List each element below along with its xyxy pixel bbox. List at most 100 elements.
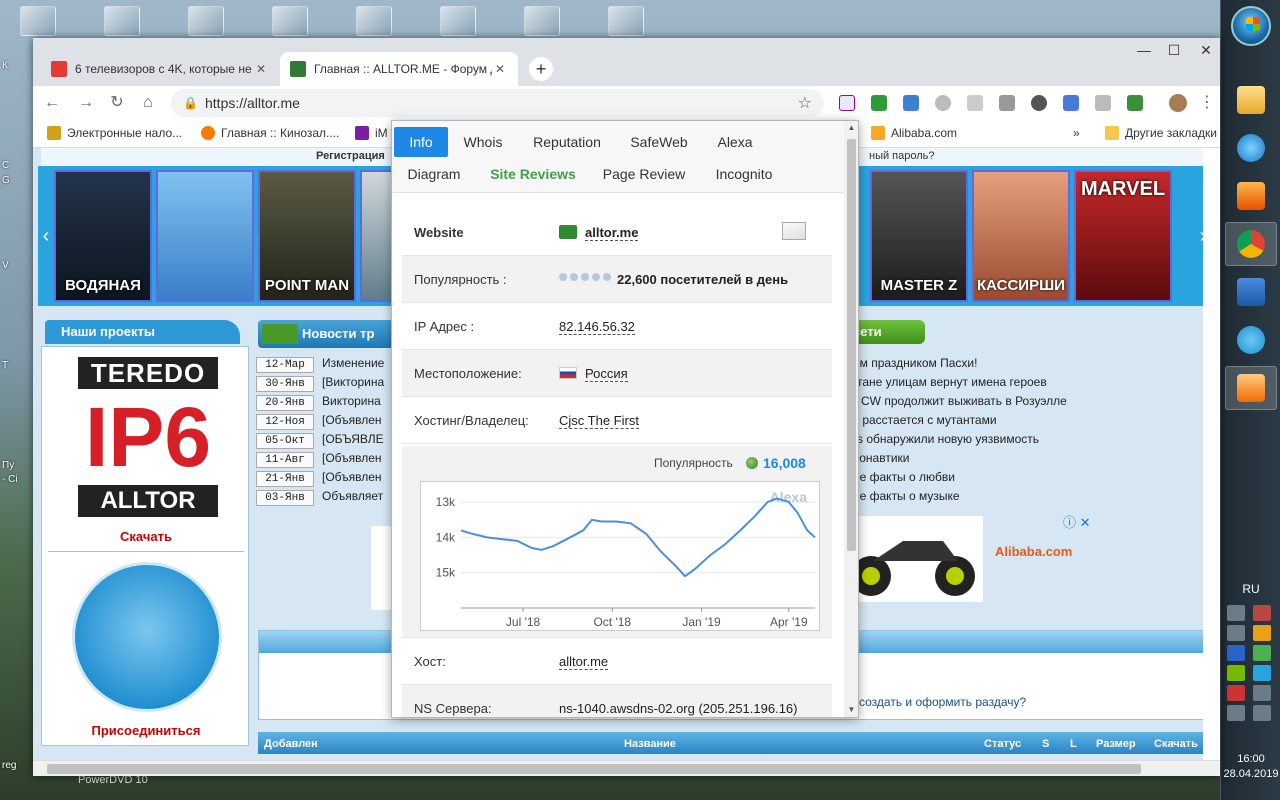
ad-banner-left[interactable] xyxy=(371,526,391,610)
desktop-icon[interactable] xyxy=(440,6,476,36)
clock[interactable]: 16:00 28.04.2019 xyxy=(1221,752,1280,782)
tab-close-icon[interactable]: ✕ xyxy=(492,62,508,76)
popup-tab-info[interactable]: Info xyxy=(394,127,448,157)
carousel-next-button[interactable]: › xyxy=(1195,166,1203,306)
tray-icon[interactable] xyxy=(1253,645,1271,661)
news-item[interactable]: 05-Окт [ОБЪЯВЛЕ xyxy=(256,432,384,450)
desktop-icon[interactable] xyxy=(524,6,560,36)
site-info-extension-icon[interactable] xyxy=(839,95,855,111)
news-item[interactable]: 11-Авг [Объявлен xyxy=(256,451,382,469)
poster[interactable]: MARVEL xyxy=(1074,170,1172,302)
desktop-icon[interactable] xyxy=(20,6,56,36)
location-value[interactable]: Россия xyxy=(585,366,628,382)
col-download[interactable]: Скачать xyxy=(1154,738,1198,750)
taskbar-ie[interactable] xyxy=(1225,126,1277,170)
bookmark-im[interactable]: iM xyxy=(355,126,388,140)
browser-menu-button[interactable]: ⋮ xyxy=(1199,92,1215,114)
download-link[interactable]: Скачать xyxy=(42,529,250,544)
tray-icon[interactable] xyxy=(1227,685,1245,701)
taskbar-media[interactable] xyxy=(1225,174,1277,218)
network-news-item[interactable]: стане улицам вернут имена героев xyxy=(851,375,1047,389)
scroll-up-icon[interactable]: ▲ xyxy=(844,123,858,132)
download-extension-icon[interactable] xyxy=(1127,95,1143,111)
globe-extension-icon[interactable] xyxy=(935,95,951,111)
news-item[interactable]: 12-Мар Изменение xyxy=(256,356,384,374)
desktop-icon[interactable] xyxy=(188,6,224,36)
network-news-item[interactable]: ым праздником Пасхи! xyxy=(851,356,977,370)
taskbar-telegram[interactable] xyxy=(1225,318,1277,362)
back-button[interactable]: ← xyxy=(41,92,63,114)
host-value[interactable]: alltor.me xyxy=(559,654,609,670)
ad-banner-image[interactable] xyxy=(843,516,983,602)
news-item[interactable]: 30-Янв [Викторина xyxy=(256,375,384,393)
bookmark-kinozal[interactable]: Главная :: Кинозал.... xyxy=(201,126,339,140)
popup-tab-diagram[interactable]: Diagram xyxy=(400,159,468,189)
poster[interactable]: ВОДЯНАЯ xyxy=(54,170,152,302)
teredo-ipv6-logo[interactable]: TEREDO IP6 ALLTOR xyxy=(78,357,218,517)
poster[interactable]: MASTER Z xyxy=(870,170,968,302)
desktop-icon[interactable] xyxy=(272,6,308,36)
scroll-down-icon[interactable]: ▼ xyxy=(844,705,858,714)
hosting-value[interactable]: Cjsc The First xyxy=(559,413,639,429)
tray-icon[interactable] xyxy=(1227,625,1245,641)
translate-extension-icon[interactable] xyxy=(1063,95,1079,111)
bookmark-tax[interactable]: Электронные нало... xyxy=(47,126,182,140)
forward-button[interactable]: → xyxy=(75,92,97,114)
join-link[interactable]: Присоединиться xyxy=(42,723,250,738)
bookmark-other-folder[interactable]: Другие закладки xyxy=(1105,126,1217,140)
new-tab-button[interactable]: + xyxy=(529,57,553,81)
tab-alltor[interactable]: Главная :: ALLTOR.ME - Форум д ✕ xyxy=(280,52,518,86)
col-title[interactable]: Название xyxy=(624,738,676,750)
telegram-tray-icon[interactable] xyxy=(1253,665,1271,681)
mail-icon[interactable] xyxy=(782,222,806,240)
start-button[interactable] xyxy=(1231,6,1271,46)
reload-button[interactable]: ↻ xyxy=(106,92,128,114)
news-item[interactable]: 20-Янв Викторина xyxy=(256,394,381,412)
bookmark-alibaba[interactable]: Alibaba.com xyxy=(871,126,957,140)
alexa-rank-chart[interactable]: 13k 14k 15k Jul '18 Oct '18 Jan '19 Apr '19 Ale… xyxy=(420,481,820,631)
desktop-icon[interactable] xyxy=(608,6,644,36)
registration-link[interactable]: Регистрация xyxy=(316,150,385,162)
ip-value[interactable]: 82.146.56.32 xyxy=(559,319,635,335)
popup-tab-reputation[interactable]: Reputation xyxy=(524,127,610,157)
sound-extension-icon[interactable] xyxy=(967,95,983,111)
circle-extension-icon[interactable] xyxy=(1031,95,1047,111)
carousel-prev-button[interactable]: ‹ xyxy=(38,166,54,306)
poster[interactable]: КАССИРШИ xyxy=(972,170,1070,302)
minimize-button[interactable]: — xyxy=(1127,42,1161,62)
tab-close-icon[interactable]: ✕ xyxy=(253,62,269,76)
network-icon[interactable] xyxy=(1227,705,1245,721)
network-news-item[interactable]: ые факты о любви xyxy=(851,470,955,484)
address-bar[interactable]: 🔒 https://alltor.me ☆ xyxy=(171,89,824,117)
horizontal-scrollbar[interactable] xyxy=(33,760,1220,776)
mouse-extension-icon[interactable] xyxy=(1095,95,1111,111)
how-to-release-link[interactable]: создать и оформить раздачу? xyxy=(859,695,1026,709)
news-item[interactable]: 12-Ноя [Объявлен xyxy=(256,413,382,431)
desktop-icon[interactable] xyxy=(104,6,140,36)
screen-extension-icon[interactable] xyxy=(999,95,1015,111)
popup-tab-incognito[interactable]: Incognito xyxy=(708,159,780,189)
nvidia-icon[interactable] xyxy=(1227,665,1245,681)
news-item[interactable]: 03-Янв Объявляет xyxy=(256,489,383,507)
bookmarks-overflow-button[interactable]: » xyxy=(1073,126,1080,140)
popup-scrollbar-thumb[interactable] xyxy=(847,139,856,551)
popup-tab-whois[interactable]: Whois xyxy=(454,127,512,157)
desktop-icon[interactable] xyxy=(356,6,392,36)
col-seeders[interactable]: S xyxy=(1042,738,1049,750)
language-indicator[interactable]: RU xyxy=(1221,582,1280,596)
poster[interactable] xyxy=(156,170,254,302)
maximize-button[interactable]: ☐ xyxy=(1157,42,1191,62)
popup-tab-site-reviews[interactable]: Site Reviews xyxy=(486,159,580,189)
bluetooth-icon[interactable] xyxy=(1227,645,1245,661)
ns-value[interactable]: ns-1040.awsdns-02.org (205.251.196.16) xyxy=(559,701,798,716)
popup-tab-alexa[interactable]: Alexa xyxy=(708,127,762,157)
network-news-item[interactable]: ые факты о музыке xyxy=(851,489,960,503)
popup-scrollbar[interactable]: ▲ ▼ xyxy=(844,121,858,717)
col-status[interactable]: Статус xyxy=(984,738,1021,750)
bookmark-star-icon[interactable]: ☆ xyxy=(798,93,812,113)
popup-tab-safeweb[interactable]: SafeWeb xyxy=(622,127,696,157)
scrollbar-thumb[interactable] xyxy=(47,764,1141,774)
camera-extension-icon[interactable] xyxy=(903,95,919,111)
col-added[interactable]: Добавлен xyxy=(264,738,318,750)
network-news-item[interactable]: X расстается с мутантами xyxy=(851,413,997,427)
